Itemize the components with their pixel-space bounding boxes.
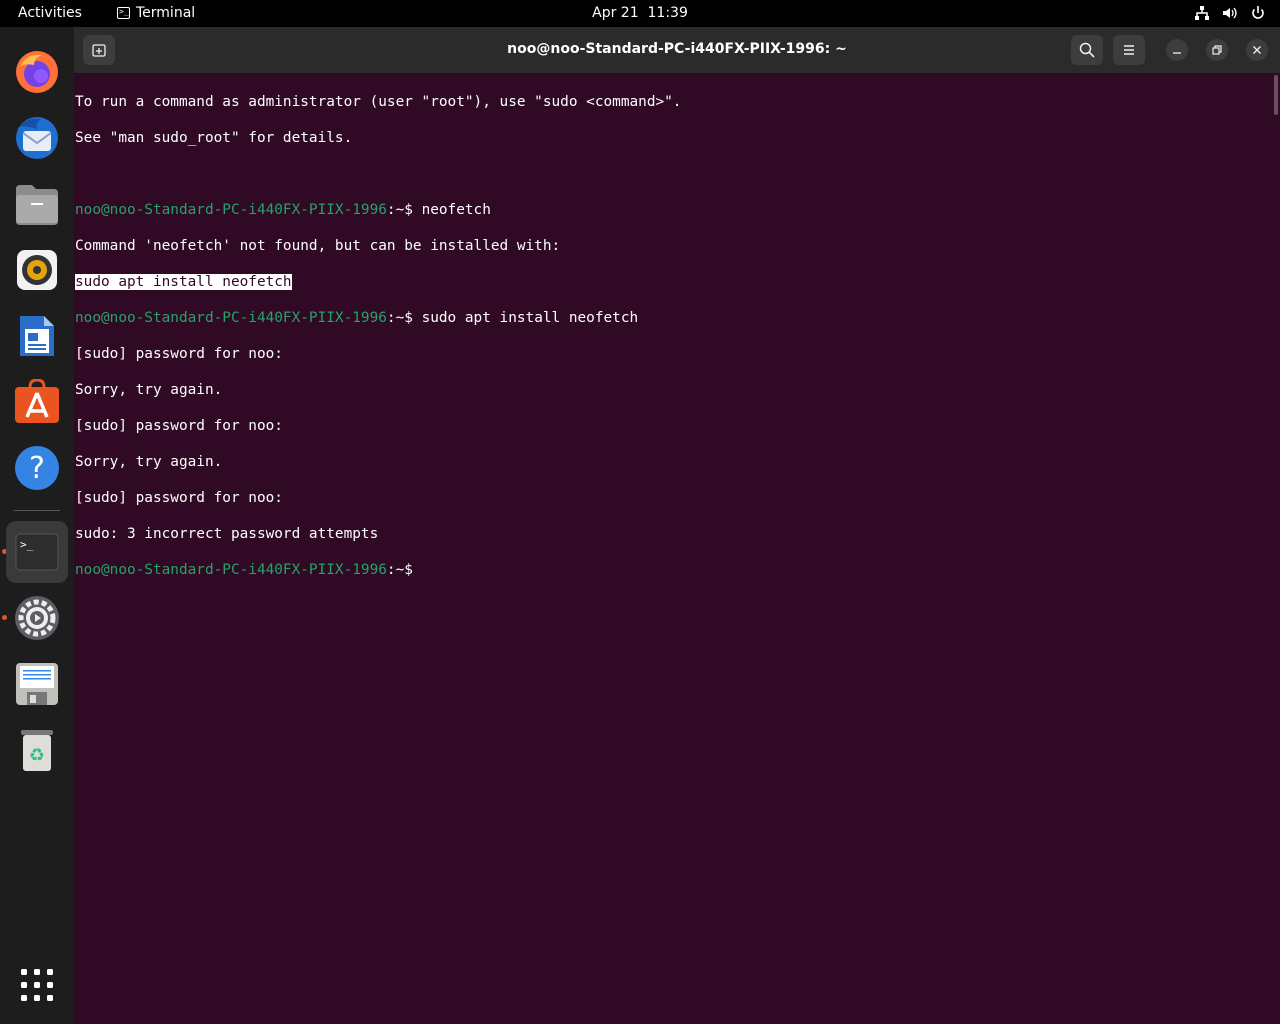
output-line: Sorry, try again. xyxy=(75,454,223,470)
clock-time[interactable]: 11:39 xyxy=(648,5,688,21)
prompt-suffix: :~$ xyxy=(386,310,422,326)
settings-icon xyxy=(15,596,59,640)
minimize-icon xyxy=(1173,52,1181,54)
output-line: Sorry, try again. xyxy=(75,382,223,398)
clock-date[interactable]: Apr 21 xyxy=(592,5,638,21)
rhythmbox-icon xyxy=(17,250,57,290)
power-icon[interactable] xyxy=(1250,5,1266,21)
output-line: To run a command as administrator (user … xyxy=(75,94,682,110)
files-icon xyxy=(16,185,58,225)
thunderbird-icon xyxy=(16,117,58,159)
output-line: [sudo] password for noo: xyxy=(75,346,283,362)
title-bar[interactable]: noo@noo-Standard-PC-i440FX-PIIX-1996: ~ xyxy=(74,27,1280,73)
app-menu-label: Terminal xyxy=(136,5,196,21)
disk-icon xyxy=(16,663,58,705)
scrollbar[interactable] xyxy=(1274,75,1278,115)
output-line: sudo: 3 incorrect password attempts xyxy=(75,526,379,542)
prompt-line: noo@noo-Standard-PC-i440FX-PIIX-1996:~$ … xyxy=(75,201,1265,219)
prompt-suffix: :~$ xyxy=(386,562,422,578)
firefox-icon xyxy=(16,51,58,93)
svg-text:>_: >_ xyxy=(20,538,34,551)
output-line: Command 'neofetch' not found, but can be… xyxy=(75,238,561,254)
output-line: See "man sudo_root" for details. xyxy=(75,130,353,146)
dock-app-center[interactable] xyxy=(6,371,68,433)
new-tab-button[interactable] xyxy=(83,35,115,65)
prompt-user-host: noo@noo-Standard-PC-i440FX-PIIX-1996 xyxy=(75,202,387,218)
prompt-user-host: noo@noo-Standard-PC-i440FX-PIIX-1996 xyxy=(75,310,387,326)
app-center-icon xyxy=(15,379,59,423)
close-button[interactable] xyxy=(1246,39,1268,61)
terminal-output[interactable]: To run a command as administrator (user … xyxy=(75,75,1265,1020)
terminal-small-icon: >_ xyxy=(117,7,130,19)
prompt-line-current[interactable]: noo@noo-Standard-PC-i440FX-PIIX-1996:~$ xyxy=(75,561,1265,579)
system-tray[interactable] xyxy=(1194,3,1266,23)
close-icon xyxy=(1253,46,1261,54)
dock-help[interactable]: ? xyxy=(6,437,68,499)
trash-icon: ♻ xyxy=(21,730,53,771)
svg-text:?: ? xyxy=(29,451,45,486)
maximize-button[interactable] xyxy=(1206,39,1228,61)
dock-save-disk[interactable] xyxy=(6,653,68,715)
svg-text:♻: ♻ xyxy=(29,745,45,766)
hamburger-menu-icon xyxy=(1124,45,1134,55)
output-line: [sudo] password for noo: xyxy=(75,418,283,434)
dock-thunderbird[interactable] xyxy=(6,107,68,169)
dock-show-apps[interactable] xyxy=(6,954,68,1016)
terminal-icon: >_ xyxy=(15,533,59,571)
restore-icon xyxy=(1212,45,1222,55)
help-icon: ? xyxy=(15,446,59,490)
volume-icon[interactable] xyxy=(1222,5,1238,21)
dock-firefox[interactable] xyxy=(6,41,68,103)
command-text: sudo apt install neofetch xyxy=(421,310,639,326)
writer-icon xyxy=(20,316,54,356)
search-icon xyxy=(1079,42,1095,58)
search-button[interactable] xyxy=(1071,35,1103,65)
dock-settings[interactable] xyxy=(6,587,68,649)
prompt-suffix: :~$ xyxy=(386,202,422,218)
minimize-button[interactable] xyxy=(1166,39,1188,61)
terminal-window: noo@noo-Standard-PC-i440FX-PIIX-1996: ~ … xyxy=(74,27,1280,1024)
prompt-user-host: noo@noo-Standard-PC-i440FX-PIIX-1996 xyxy=(75,562,387,578)
selected-text[interactable]: sudo apt install neofetch xyxy=(75,274,292,290)
dock-terminal[interactable]: >_ xyxy=(6,521,68,583)
dock-trash[interactable]: ♻ xyxy=(6,719,68,781)
output-line: [sudo] password for noo: xyxy=(75,490,283,506)
activities-button[interactable]: Activities xyxy=(18,5,82,21)
selected-line[interactable]: sudo apt install neofetch xyxy=(75,273,1265,291)
dock: ? >_ ♻ xyxy=(0,27,74,1024)
command-text: neofetch xyxy=(421,202,491,218)
dock-writer[interactable] xyxy=(6,305,68,367)
app-menu[interactable]: >_ Terminal xyxy=(117,5,195,21)
top-bar: Activities >_ Terminal Apr 21 11:39 xyxy=(0,0,1280,27)
network-icon[interactable] xyxy=(1194,5,1210,21)
menu-button[interactable] xyxy=(1113,35,1145,65)
dock-separator xyxy=(14,510,60,511)
dock-rhythmbox[interactable] xyxy=(6,239,68,301)
new-tab-icon xyxy=(92,44,106,57)
dock-files[interactable] xyxy=(6,173,68,235)
prompt-line: noo@noo-Standard-PC-i440FX-PIIX-1996:~$ … xyxy=(75,309,1265,327)
apps-grid-icon xyxy=(21,969,53,1001)
